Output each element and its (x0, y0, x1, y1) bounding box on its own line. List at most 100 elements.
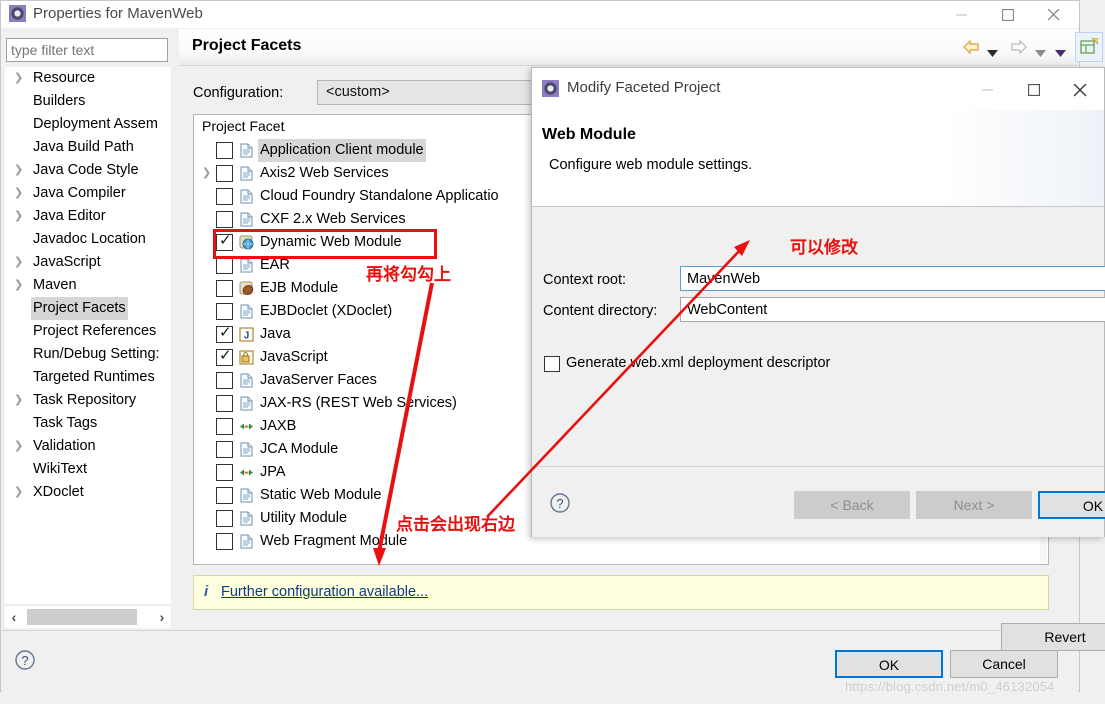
sidebar-item-label: Validation (33, 435, 96, 458)
sidebar-item-targeted-runtimes[interactable]: Targeted Runtimes (5, 366, 171, 389)
facet-checkbox[interactable] (216, 533, 233, 550)
javascript-icon (239, 350, 254, 365)
chevron-down-icon[interactable] (987, 45, 998, 60)
sidebar-item-java-compiler[interactable]: ❯ Java Compiler (5, 182, 171, 205)
facet-checkbox[interactable] (216, 165, 233, 182)
chevron-right-icon[interactable]: ❯ (14, 182, 26, 205)
context-root-input[interactable] (680, 266, 1105, 291)
facet-label: EJB Module (260, 277, 338, 300)
sidebar-item-deployment-assem[interactable]: Deployment Assem (5, 113, 171, 136)
sidebar-item-label: Project References (33, 320, 156, 343)
dialog-titlebar: Modify Faceted Project (532, 68, 1104, 110)
ok-button[interactable]: OK (835, 650, 943, 678)
next-button[interactable]: Next > (916, 491, 1032, 519)
sidebar-horizontal-scrollbar[interactable]: ‹ › (5, 605, 171, 628)
maximize-icon[interactable] (986, 1, 1032, 28)
sidebar-item-validation[interactable]: ❯ Validation (5, 435, 171, 458)
chevron-right-icon[interactable]: ❯ (14, 481, 26, 504)
restore-defaults-icon[interactable] (1075, 32, 1103, 62)
generate-webxml-checkbox[interactable] (544, 356, 560, 372)
chevron-right-icon[interactable]: ❯ (14, 159, 26, 182)
sidebar-item-xdoclet[interactable]: ❯XDoclet (5, 481, 171, 504)
sidebar-item-java-editor[interactable]: ❯Java Editor (5, 205, 171, 228)
maximize-icon[interactable] (1012, 76, 1058, 103)
scrollbar-thumb[interactable] (27, 609, 137, 625)
cancel-button[interactable]: Cancel (950, 650, 1058, 678)
facet-checkbox[interactable] (216, 510, 233, 527)
chevron-right-icon[interactable]: ❯ (14, 205, 26, 228)
sidebar-item-task-repository[interactable]: ❯Task Repository (5, 389, 171, 412)
forward-arrow-icon[interactable] (1009, 39, 1029, 58)
facet-label: Axis2 Web Services (260, 162, 389, 185)
close-icon[interactable] (1058, 76, 1104, 103)
facet-checkbox[interactable]: ✓ (216, 326, 233, 343)
chevron-right-icon[interactable]: ❯ (202, 162, 214, 185)
facet-checkbox[interactable] (216, 280, 233, 297)
back-button[interactable]: < Back (794, 491, 910, 519)
revert-button[interactable]: Revert (1001, 623, 1105, 651)
facet-label: JPA (260, 461, 286, 484)
chevron-right-icon[interactable]: ❯ (14, 389, 26, 412)
settings-tree[interactable]: ❯ResourceBuildersDeployment AssemJava Bu… (5, 67, 171, 604)
facet-checkbox[interactable] (216, 303, 233, 320)
minimize-icon[interactable] (966, 76, 1012, 103)
facet-checkbox[interactable] (216, 372, 233, 389)
facet-checkbox[interactable]: ✓ (216, 349, 233, 366)
facet-checkbox[interactable] (216, 418, 233, 435)
chevron-left-icon[interactable]: ‹ (5, 606, 23, 628)
document-icon (239, 396, 254, 411)
chevron-right-icon[interactable]: ❯ (14, 435, 26, 458)
facet-checkbox[interactable] (216, 142, 233, 159)
pane-header: Project Facets (179, 29, 1078, 66)
sidebar-item-resource[interactable]: ❯Resource (5, 67, 171, 90)
document-icon (239, 166, 254, 181)
sidebar-item-maven[interactable]: ❯Maven (5, 274, 171, 297)
facet-checkbox[interactable] (216, 464, 233, 481)
facet-checkbox[interactable] (216, 395, 233, 412)
facet-checkbox[interactable] (216, 441, 233, 458)
chevron-down-icon[interactable] (1035, 45, 1046, 60)
facet-label: Web Fragment Module (260, 530, 407, 553)
chevron-down-icon[interactable] (1055, 45, 1066, 60)
facet-label: EJBDoclet (XDoclet) (260, 300, 392, 323)
sidebar-item-builders[interactable]: Builders (5, 90, 171, 113)
help-question-icon[interactable]: ? (14, 649, 36, 671)
chevron-right-icon[interactable]: ❯ (14, 251, 26, 274)
sidebar-item-wikitext[interactable]: WikiText (5, 458, 171, 481)
chevron-right-icon[interactable]: › (153, 606, 171, 628)
filter-input[interactable] (6, 38, 168, 62)
facet-checkbox[interactable] (216, 487, 233, 504)
check-icon: ✓ (219, 347, 232, 364)
sidebar-item-java-build-path[interactable]: Java Build Path (5, 136, 171, 159)
facet-label: CXF 2.x Web Services (260, 208, 406, 231)
facet-label: Cloud Foundry Standalone Applicatio (260, 185, 499, 208)
minimize-icon[interactable] (940, 1, 986, 28)
dialog-heading: Web Module (542, 126, 636, 144)
ejb-bean-icon (239, 281, 254, 296)
sidebar-item-project-facets[interactable]: Project Facets (5, 297, 171, 320)
facet-label: Java (260, 323, 291, 346)
sidebar-item-run-debug-setting[interactable]: Run/Debug Setting: (5, 343, 171, 366)
facet-checkbox[interactable] (216, 257, 233, 274)
sidebar-item-java-code-style[interactable]: ❯Java Code Style (5, 159, 171, 182)
dialog-ok-button[interactable]: OK (1038, 491, 1105, 519)
facet-checkbox[interactable] (216, 211, 233, 228)
jaxb-arrows-icon (239, 419, 254, 434)
chevron-right-icon[interactable]: ❯ (14, 274, 26, 297)
content-directory-input[interactable] (680, 297, 1105, 322)
sidebar-item-javascript[interactable]: ❯JavaScript (5, 251, 171, 274)
back-arrow-icon[interactable] (961, 39, 981, 58)
info-icon: i (204, 583, 208, 600)
sidebar-item-project-references[interactable]: Project References (5, 320, 171, 343)
facet-checkbox[interactable]: ✓ (216, 234, 233, 251)
sidebar-item-label: Java Compiler (33, 182, 126, 205)
sidebar-item-javadoc-location[interactable]: Javadoc Location (5, 228, 171, 251)
content-directory-label: Content directory: (543, 303, 657, 319)
document-icon (239, 488, 254, 503)
close-icon[interactable] (1032, 1, 1078, 28)
facet-checkbox[interactable] (216, 188, 233, 205)
further-configuration-link[interactable]: Further configuration available... (221, 584, 428, 600)
help-question-icon[interactable]: ? (549, 492, 571, 514)
chevron-right-icon[interactable]: ❯ (14, 67, 26, 90)
sidebar-item-task-tags[interactable]: Task Tags (5, 412, 171, 435)
